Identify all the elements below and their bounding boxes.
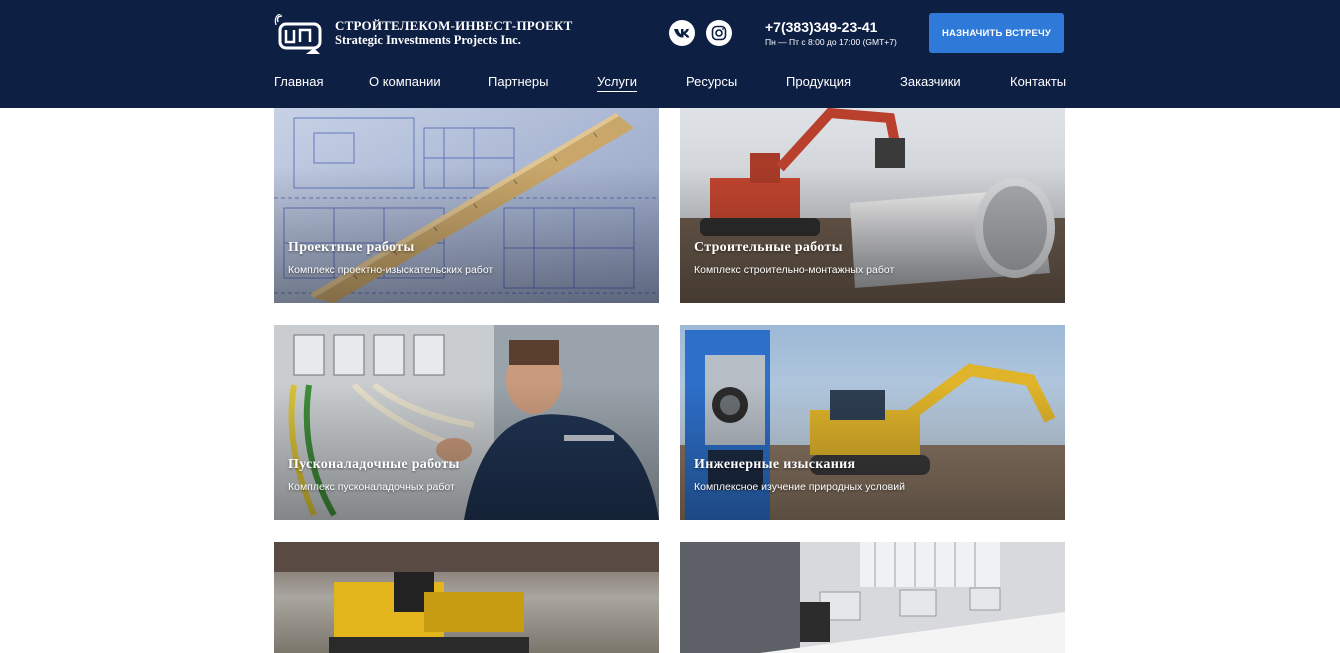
service-subtitle: Комплекс пусконаладочных работ [288,481,455,493]
service-card-design[interactable]: Проектные работы Комплекс проектно-изыск… [274,108,659,303]
nav-item-about[interactable]: О компании [369,74,441,89]
service-title: Инженерные изыскания [694,457,856,472]
drilling-rig-image [274,542,659,653]
nav-item-partners[interactable]: Партнеры [488,74,548,89]
phone-number[interactable]: +7(383)349-23-41 [765,19,877,35]
working-hours: Пн — Пт с 8:00 до 17:00 (GMT+7) [765,37,897,47]
service-title: Проектные работы [288,240,415,255]
brand-name[interactable]: СТРОЙТЕЛЕКОМ-ИНВЕСТ-ПРОЕКТ Strategic Inv… [335,18,573,48]
main-nav: Главная О компании Партнеры Услуги Ресур… [274,74,1066,94]
nav-item-clients[interactable]: Заказчики [900,74,961,89]
nav-item-products[interactable]: Продукция [786,74,851,89]
service-subtitle: Комплекс проектно-изыскательских работ [288,264,494,276]
nav-item-home[interactable]: Главная [274,74,323,89]
nav-item-services[interactable]: Услуги [597,74,637,92]
vk-icon[interactable] [669,20,695,46]
instagram-icon[interactable] [706,20,732,46]
service-card-commissioning[interactable]: Пусконаладочные работы Комплекс пусконал… [274,325,659,520]
service-title: Строительные работы [694,240,843,255]
service-subtitle: Комплексное изучение природных условий [694,481,905,493]
brand-subtitle: Strategic Investments Projects Inc. [335,33,521,47]
brand-title: СТРОЙТЕЛЕКОМ-ИНВЕСТ-ПРОЕКТ [335,18,573,33]
nav-item-resources[interactable]: Ресурсы [686,74,737,89]
service-subtitle: Комплекс строительно-монтажных работ [694,264,895,276]
service-card-surveys[interactable]: Инженерные изыскания Комплексное изучени… [680,325,1065,520]
service-card-construction[interactable]: Строительные работы Комплекс строительно… [680,108,1065,303]
office-image [680,542,1065,653]
site-header: СТРОЙТЕЛЕКОМ-ИНВЕСТ-ПРОЕКТ Strategic Inv… [0,0,1340,108]
nav-item-contacts[interactable]: Контакты [1010,74,1066,89]
service-title: Пусконаладочные работы [288,457,460,472]
schedule-meeting-button[interactable]: НАЗНАЧИТЬ ВСТРЕЧУ [929,13,1064,53]
service-card-office[interactable] [680,542,1065,653]
company-logo[interactable] [274,14,324,54]
service-card-drilling[interactable] [274,542,659,653]
